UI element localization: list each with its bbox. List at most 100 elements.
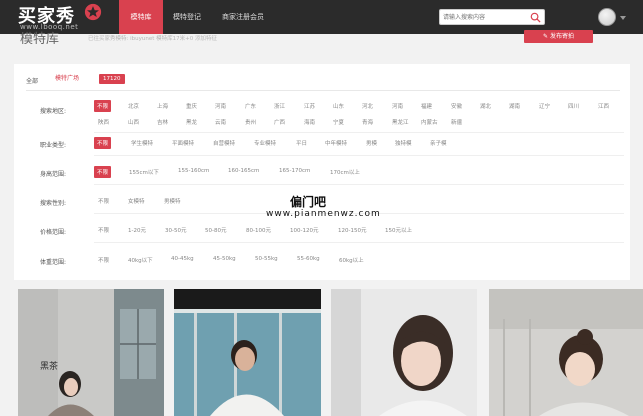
filter-option[interactable]: 50-55kg	[255, 256, 278, 262]
filter-option[interactable]: 上海	[157, 102, 168, 110]
nav-merchant-register[interactable]: 商家注册会员	[212, 0, 274, 34]
filter-option[interactable]: 山东	[333, 102, 344, 110]
filter-label: 职业类型:	[40, 142, 67, 149]
star-badge-icon	[84, 3, 102, 21]
model-photo	[174, 289, 321, 416]
filter-option[interactable]: 湖北	[480, 102, 491, 110]
model-photo-card[interactable]: 黑茶	[18, 289, 164, 416]
filter-option[interactable]: 宁夏	[333, 118, 344, 126]
filter-option[interactable]: 学生模特	[131, 139, 153, 147]
filter-option[interactable]: 海南	[304, 118, 315, 126]
search-icon[interactable]	[530, 12, 541, 23]
filter-option[interactable]: 江西	[598, 102, 609, 110]
filter-option[interactable]: 170cm以上	[330, 168, 360, 176]
filter-option[interactable]: 安徽	[451, 102, 462, 110]
filter-option-region-any[interactable]: 不限	[94, 100, 112, 112]
filter-option[interactable]: 广东	[245, 102, 256, 110]
filter-option[interactable]: 辽宁	[539, 102, 550, 110]
filter-option[interactable]: 内蒙古	[421, 118, 438, 126]
filter-option[interactable]: 吉林	[157, 118, 168, 126]
filter-label: 身高范围:	[40, 171, 67, 178]
filter-option[interactable]: 山西	[128, 118, 139, 126]
filter-option[interactable]: 女模特	[128, 197, 145, 205]
model-photo-card[interactable]	[331, 289, 477, 416]
filter-option[interactable]: 男模	[366, 139, 377, 147]
model-photo-card[interactable]	[489, 289, 643, 416]
search-input[interactable]	[443, 11, 525, 23]
filter-label: 价格范围:	[40, 229, 67, 236]
filter-option[interactable]: 福建	[421, 102, 432, 110]
model-photo-card[interactable]	[174, 289, 321, 416]
filter-option[interactable]: 新疆	[451, 118, 462, 126]
filter-option-weight-any[interactable]: 不限	[98, 256, 109, 264]
model-photo	[489, 289, 643, 416]
nav-model-register[interactable]: 模特登记	[165, 0, 209, 34]
filter-option-height-any[interactable]: 不限	[94, 166, 112, 178]
filter-option[interactable]: 浙江	[274, 102, 285, 110]
filter-option[interactable]: 亲子模	[430, 139, 447, 147]
filter-option[interactable]: 155cm以下	[129, 168, 159, 176]
filter-option-gender-any[interactable]: 不限	[98, 197, 109, 205]
filter-option[interactable]: 50-80元	[205, 226, 226, 234]
filter-option[interactable]: 40kg以下	[128, 256, 153, 264]
model-count-badge: 17120	[99, 74, 125, 84]
filter-option[interactable]: 黑龙江	[392, 118, 409, 126]
row-divider	[94, 184, 624, 185]
filter-option[interactable]: 云南	[215, 118, 226, 126]
filter-row-height: 身高范围: 不限 155cm以下 155-160cm 160-165cm 165…	[14, 163, 630, 185]
filter-option[interactable]: 陕西	[98, 118, 109, 126]
nav-model-library[interactable]: 模特库	[119, 0, 163, 34]
filter-option[interactable]: 青海	[362, 118, 373, 126]
filter-option[interactable]: 150元以上	[385, 226, 412, 234]
filter-option[interactable]: 155-160cm	[178, 168, 209, 174]
filter-option[interactable]: 四川	[568, 102, 579, 110]
filter-option[interactable]: 120-150元	[338, 226, 366, 234]
filter-option[interactable]: 45-50kg	[213, 256, 236, 262]
filter-option[interactable]: 100-120元	[290, 226, 318, 234]
filter-option[interactable]: 重庆	[186, 102, 197, 110]
user-avatar[interactable]	[598, 8, 616, 26]
filter-option[interactable]: 广西	[274, 118, 285, 126]
category-model-plaza[interactable]: 模特广场	[52, 73, 82, 85]
filter-label: 体重范围:	[40, 259, 67, 266]
filter-option[interactable]: 平面模特	[172, 139, 194, 147]
model-photo	[331, 289, 477, 416]
filter-option[interactable]: 1-20元	[128, 226, 146, 234]
filter-option[interactable]: 河北	[362, 102, 373, 110]
filter-option[interactable]: 60kg以上	[339, 256, 364, 264]
filter-option[interactable]: 河南	[215, 102, 226, 110]
filter-option[interactable]: 独特模	[395, 139, 412, 147]
page-subtitle: 已往买家秀模特: ibuyunet 模特库17米+0 添加特征	[88, 36, 217, 42]
watermark-title: 偏门吧	[290, 195, 327, 209]
filter-option[interactable]: 专业模特	[254, 139, 276, 147]
filter-option[interactable]: 黑龙	[186, 118, 197, 126]
filter-option[interactable]: 165-170cm	[279, 168, 310, 174]
row-divider	[94, 242, 624, 243]
post-request-button[interactable]: ✎ 发布寄拍	[524, 30, 593, 43]
filter-option[interactable]: 80-100元	[246, 226, 271, 234]
filter-option[interactable]: 平日	[296, 139, 307, 147]
divider	[26, 90, 620, 91]
filter-option[interactable]: 河南	[392, 102, 403, 110]
filter-option[interactable]: 男模特	[164, 197, 181, 205]
caret-down-icon[interactable]	[620, 16, 626, 20]
page-title: 模特库	[20, 32, 60, 44]
photo-caption: 黑茶	[40, 362, 59, 372]
filter-option-price-any[interactable]: 不限	[98, 226, 109, 234]
filter-option[interactable]: 湖南	[509, 102, 520, 110]
filter-option[interactable]: 中年模特	[325, 139, 347, 147]
site-logo[interactable]: 买家秀 www.lbooq.net	[18, 2, 102, 32]
filter-option[interactable]: 江苏	[304, 102, 315, 110]
filter-option[interactable]: 30-50元	[165, 226, 186, 234]
top-navbar: 买家秀 www.lbooq.net 模特库 模特登记 商家注册会员	[0, 0, 643, 34]
category-all[interactable]: 全部	[26, 76, 38, 85]
filter-option[interactable]: 北京	[128, 102, 139, 110]
filter-option[interactable]: 55-60kg	[297, 256, 320, 262]
filter-option-occupation-any[interactable]: 不限	[94, 137, 112, 149]
model-photo	[18, 289, 164, 416]
filter-option[interactable]: 贵州	[245, 118, 256, 126]
filter-option[interactable]: 40-45kg	[171, 256, 194, 262]
filter-option[interactable]: 自营模特	[213, 139, 235, 147]
filter-option[interactable]: 160-165cm	[228, 168, 259, 174]
filter-label: 搜索地区:	[40, 108, 67, 115]
